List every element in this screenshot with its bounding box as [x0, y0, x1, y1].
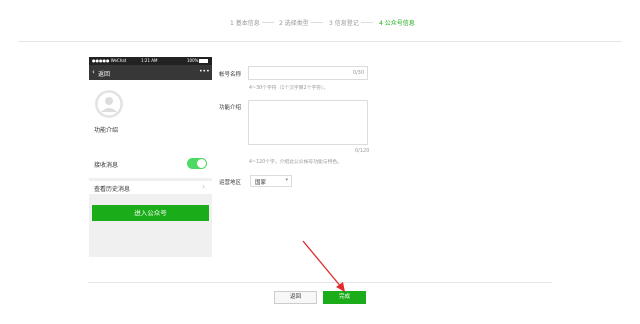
function-intro-counter: 0/120: [355, 148, 370, 154]
step-account-info: 4 公众号信息: [379, 20, 415, 27]
function-intro-textarea[interactable]: [248, 100, 368, 145]
top-divider: [18, 41, 622, 42]
avatar: [95, 90, 123, 118]
enter-account-button[interactable]: 进入公众号: [92, 205, 209, 221]
operating-region-value: 国家: [255, 180, 267, 186]
operating-region-select[interactable]: 国家 ▾: [250, 175, 292, 187]
function-intro-label: 功能介绍: [219, 105, 242, 111]
account-name-label: 帐号名称: [219, 72, 242, 78]
receive-messages-label: 接收消息: [94, 162, 119, 169]
account-name-counter: 0/30: [352, 70, 364, 76]
nav-back-label: 返回: [98, 71, 111, 78]
account-name-input[interactable]: 0/30: [248, 66, 368, 80]
step-divider: [361, 22, 373, 23]
toggle-knob: [197, 159, 206, 168]
step-divider: [262, 22, 274, 23]
phone-status-bar: ●●●●● WeChat 1:21 AM 100%: [89, 57, 212, 65]
intro-label: 功能介绍: [94, 127, 119, 134]
user-icon: [96, 91, 122, 117]
phone-preview: ●●●●● WeChat 1:21 AM 100% ‹ 返回 ••• 功能介绍 …: [89, 57, 212, 257]
history-messages-label: 查看历史消息: [94, 186, 131, 193]
step-select-type: 2 选择类型: [279, 20, 309, 27]
operating-region-label: 运营地区: [219, 180, 242, 186]
history-messages-row[interactable]: 查看历史消息 ›: [89, 181, 212, 194]
step-basic-info: 1 基本信息: [230, 20, 260, 27]
back-chevron-icon: ‹: [92, 68, 95, 76]
annotation-arrow-icon: [302, 240, 345, 292]
more-icon: •••: [199, 68, 210, 75]
step-divider: [311, 22, 323, 23]
battery-text: 100%: [187, 58, 199, 63]
receive-messages-row: 接收消息: [89, 157, 212, 170]
phone-nav-bar: ‹ 返回 •••: [89, 65, 212, 80]
clock-text: 1:21 AM: [141, 58, 158, 63]
function-intro-hint: 4~120个字，介绍此公众帐号功能与特色。: [249, 160, 342, 165]
chevron-right-icon: ›: [202, 182, 206, 191]
battery-icon: [199, 59, 208, 63]
carrier-text: ●●●●● WeChat: [92, 58, 127, 63]
account-name-hint: 4~30个字符（1个汉字算2个字符）。: [249, 86, 329, 91]
dropdown-arrow-icon: ▾: [285, 177, 288, 183]
step-indicator: 1 基本信息 2 选择类型 3 信息登记 4 公众号信息: [0, 18, 640, 32]
receive-messages-toggle[interactable]: [187, 158, 207, 169]
step-info-register: 3 信息登记: [329, 20, 359, 27]
